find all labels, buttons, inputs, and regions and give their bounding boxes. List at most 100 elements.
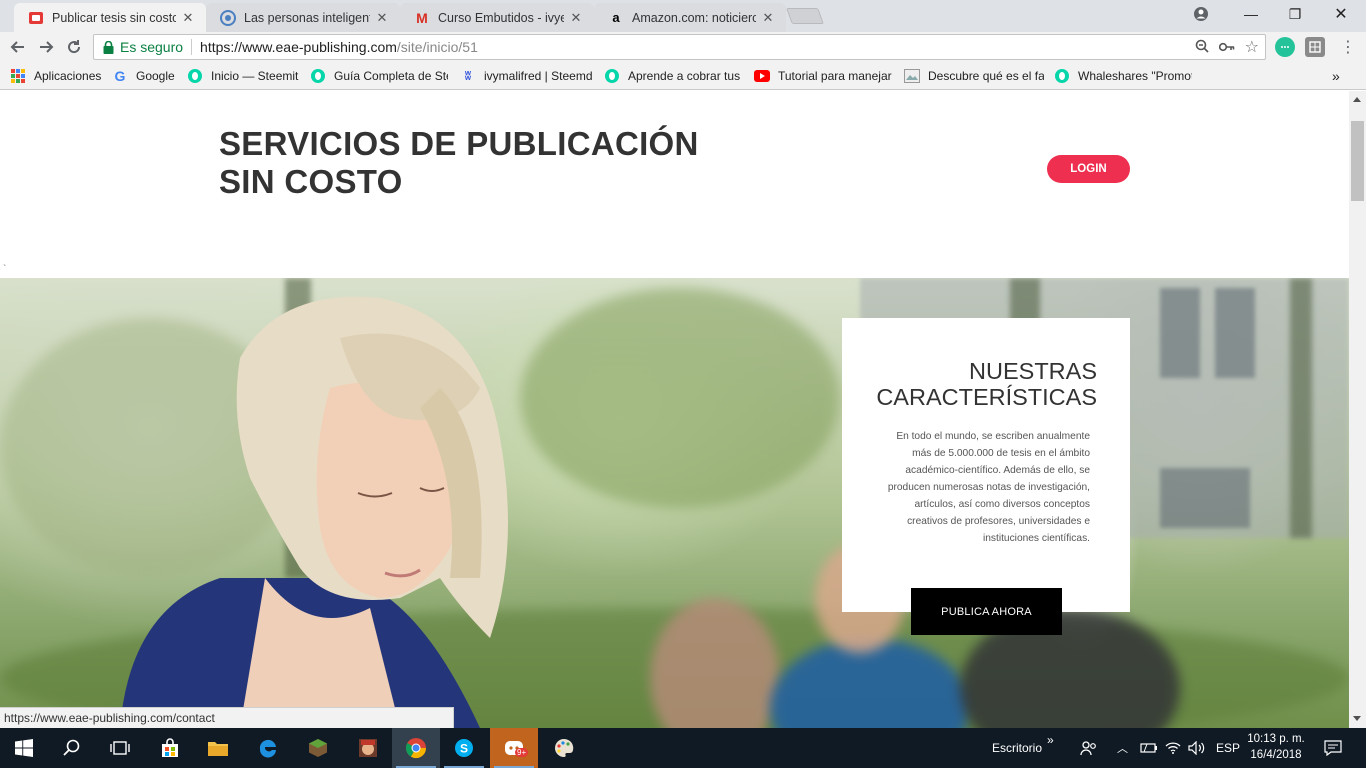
clock-time: 10:13 p. m.	[1247, 733, 1305, 745]
folder-icon	[208, 742, 228, 756]
tab-gmail[interactable]: M Curso Embutidos - ivyesc ✕	[400, 3, 594, 32]
chevron-up-icon[interactable]: ︿	[1117, 728, 1128, 768]
page-scrollbar[interactable]	[1349, 91, 1366, 728]
scroll-thumb[interactable]	[1351, 121, 1364, 201]
volume-icon[interactable]	[1188, 728, 1206, 768]
page-title: SERVICIOS DE PUBLICACIÓN SIN COSTO	[219, 125, 739, 201]
forward-button[interactable]	[34, 35, 58, 59]
page-title-line-2: SIN COSTO	[219, 163, 403, 200]
battery-icon[interactable]	[1140, 728, 1158, 768]
close-icon[interactable]: ✕	[760, 10, 776, 26]
clock[interactable]: 10:13 p. m. 16/4/2018	[1240, 731, 1312, 763]
wifi-icon[interactable]	[1165, 728, 1181, 768]
reload-button[interactable]	[62, 35, 86, 59]
start-button[interactable]	[0, 728, 48, 768]
more-bookmarks-button[interactable]: »	[1332, 68, 1348, 84]
publish-now-button[interactable]: PUBLICA AHORA	[911, 588, 1062, 635]
bookmark-descubre[interactable]: Descubre qué es el fa	[904, 68, 1044, 84]
close-icon[interactable]: ✕	[568, 10, 584, 26]
bookmark-label: Inicio — Steemit	[211, 69, 299, 83]
store-icon	[162, 738, 178, 757]
address-bar[interactable]: Es seguro https://www.eae-publishing.com…	[93, 34, 1266, 60]
bookmark-steemit-home[interactable]: Inicio — Steemit	[187, 68, 302, 84]
minecraft-button[interactable]	[294, 728, 342, 768]
language-indicator[interactable]: ESP	[1216, 728, 1240, 768]
skype-button[interactable]: S	[440, 728, 488, 768]
minecraft-icon	[309, 739, 327, 757]
desktop-toolbar-label[interactable]: Escritorio	[992, 728, 1042, 768]
stray-mark: `	[3, 264, 7, 275]
toolbar-more-icon[interactable]: »	[1047, 720, 1054, 760]
bookmark-apps[interactable]: Aplicaciones	[10, 68, 108, 84]
tab-title: Amazon.com: noticiero vi	[632, 10, 756, 25]
security-label[interactable]: Es seguro	[120, 39, 183, 55]
profile-icon[interactable]	[1178, 0, 1224, 28]
skype-icon: S	[455, 739, 473, 757]
arrow-right-icon	[40, 41, 54, 53]
search-button[interactable]	[48, 728, 96, 768]
game-button[interactable]	[344, 728, 392, 768]
bookmark-google[interactable]: G Google	[112, 68, 182, 84]
bookmark-guia[interactable]: Guía Completa de Ste	[310, 68, 448, 84]
close-icon[interactable]: ✕	[180, 10, 196, 26]
chrome-icon	[405, 738, 427, 759]
search-icon	[63, 739, 80, 756]
tab-personas[interactable]: Las personas inteligentes ✕	[206, 3, 400, 32]
tab-eae[interactable]: Publicar tesis sin costo | E ✕	[14, 3, 206, 32]
task-view-button[interactable]	[96, 728, 144, 768]
paint-button[interactable]	[540, 728, 588, 768]
apps-icon	[10, 68, 26, 84]
key-icon[interactable]	[1218, 39, 1235, 55]
bookmark-aprende[interactable]: Aprende a cobrar tus	[604, 68, 741, 84]
bookmark-label: Guía Completa de Ste	[334, 69, 448, 83]
discord-button[interactable]: 9+	[490, 728, 538, 768]
url-host: https://www.eae-publishing.com	[200, 39, 397, 55]
bookmark-whaleshares[interactable]: Whaleshares "Promot	[1054, 68, 1192, 84]
close-icon[interactable]: ✕	[374, 10, 390, 26]
bookmark-tutorial[interactable]: Tutorial para manejar	[754, 68, 892, 84]
tab-title: Las personas inteligentes	[244, 10, 370, 25]
new-tab-button[interactable]	[786, 8, 824, 24]
lock-icon	[102, 40, 114, 54]
edge-button[interactable]	[244, 728, 292, 768]
store-button[interactable]	[146, 728, 194, 768]
bookmark-steemd[interactable]: ʬ ivymalifred | Steemd	[460, 68, 594, 84]
star-icon[interactable]: ☆	[1245, 37, 1259, 57]
login-button[interactable]: LOGIN	[1047, 155, 1130, 183]
features-body: En todo el mundo, se escriben anualmente…	[887, 431, 1090, 544]
chrome-button[interactable]	[392, 728, 440, 768]
menu-icon[interactable]: ⋮	[1336, 35, 1360, 59]
student-illustration	[120, 296, 508, 728]
zoom-icon[interactable]	[1195, 39, 1209, 56]
clock-date: 16/4/2018	[1250, 749, 1302, 761]
bookmark-label: Aplicaciones	[34, 69, 102, 83]
notifications-icon[interactable]	[1324, 728, 1342, 768]
steemd-icon: ʬ	[464, 69, 472, 83]
url-divider	[191, 39, 193, 55]
bookmark-label: Aprende a cobrar tus	[628, 69, 741, 83]
scroll-down-arrow[interactable]	[1353, 716, 1361, 721]
tab-title: Publicar tesis sin costo | E	[52, 10, 176, 25]
back-button[interactable]	[6, 35, 30, 59]
features-title-line-1: NUESTRAS	[969, 358, 1097, 384]
windows-icon	[15, 739, 33, 757]
close-window-button[interactable]: ✕	[1318, 0, 1364, 28]
eae-icon	[28, 10, 44, 26]
scroll-up-arrow[interactable]	[1353, 97, 1361, 102]
minimize-button[interactable]: —	[1228, 0, 1274, 28]
steemit-icon	[604, 68, 620, 84]
tab-strip: Publicar tesis sin costo | E ✕ Las perso…	[0, 0, 1366, 32]
extension-icon[interactable]	[1305, 37, 1325, 57]
chat-extension-icon[interactable]	[1275, 37, 1295, 57]
people-icon[interactable]	[1080, 728, 1098, 768]
steemit-icon	[220, 9, 236, 26]
youtube-icon	[754, 68, 770, 84]
tab-title: Curso Embutidos - ivyesc	[438, 10, 564, 25]
tab-amazon[interactable]: a Amazon.com: noticiero vi ✕	[594, 3, 786, 32]
bookmark-label: Descubre qué es el fa	[928, 69, 1044, 83]
page-viewport: SERVICIOS DE PUBLICACIÓN SIN COSTO LOGIN…	[0, 91, 1349, 728]
restore-button[interactable]: ❐	[1272, 0, 1318, 28]
arrow-left-icon	[10, 41, 24, 53]
page-title-line-1: SERVICIOS DE PUBLICACIÓN	[219, 125, 699, 162]
file-explorer-button[interactable]	[194, 728, 242, 768]
